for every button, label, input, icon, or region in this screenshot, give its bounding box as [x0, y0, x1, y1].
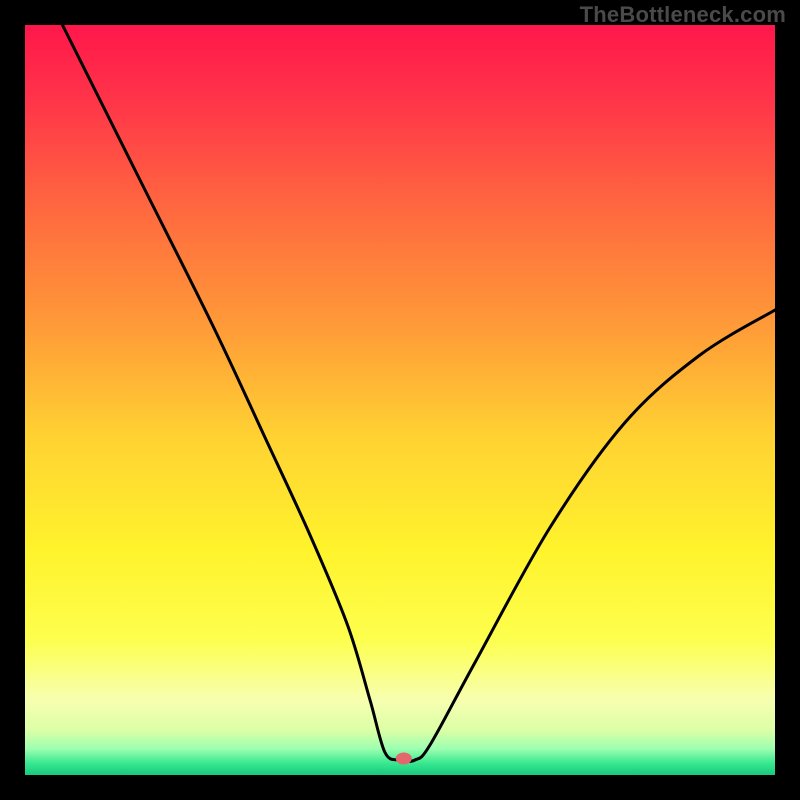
chart-svg — [25, 25, 775, 775]
optimal-marker — [396, 753, 412, 765]
plot-area — [25, 25, 775, 775]
chart-frame: TheBottleneck.com — [0, 0, 800, 800]
background-rect — [25, 25, 775, 775]
